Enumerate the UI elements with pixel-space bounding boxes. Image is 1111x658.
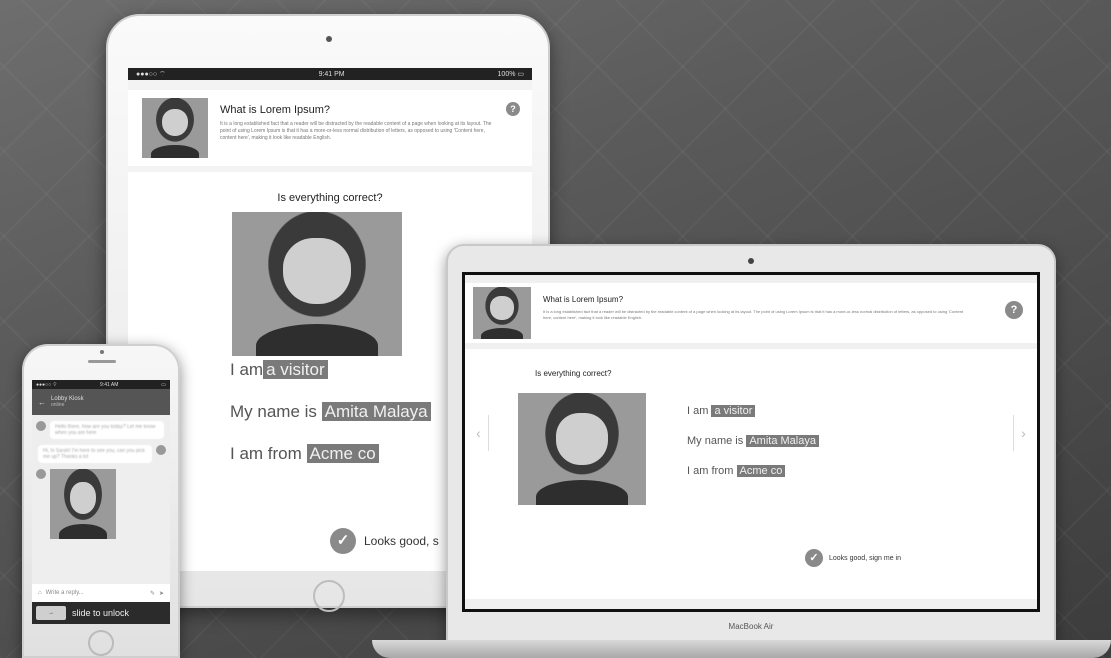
laptop-prev-arrow[interactable]: ‹	[469, 415, 489, 451]
laptop-info-card: What is Lorem Ipsum? It is a long establ…	[465, 283, 1037, 343]
tablet-confirm-button[interactable]: ✓ Looks good, s	[330, 528, 439, 554]
phone-compose-bar: ⌂ Write a reply... ✎ ➤	[32, 584, 170, 602]
name-value[interactable]: Amita Malaya	[321, 402, 431, 421]
check-icon: ✓	[330, 528, 356, 554]
phone-chat-subtitle: online	[51, 402, 65, 408]
laptop-visitor-photo	[518, 393, 646, 505]
laptop-info-title: What is Lorem Ipsum?	[543, 295, 624, 304]
tablet-info-card: What is Lorem Ipsum? It is a long establ…	[128, 90, 532, 166]
laptop-fact-role: I am a visitor	[687, 405, 819, 417]
laptop-role-value[interactable]: a visitor	[711, 405, 756, 417]
laptop-name-value[interactable]: Amita Malaya	[746, 435, 819, 447]
laptop-screen: What is Lorem Ipsum? It is a long establ…	[465, 275, 1037, 609]
laptop-fact-from: I am from Acme co	[687, 465, 819, 477]
phone-status-bar: ●●●○○ ⌔ 9:41 AM ▭	[32, 380, 170, 389]
tablet-fact-role: I am a visitor	[230, 360, 431, 380]
tablet-fact-name: My name is Amita Malaya	[230, 402, 431, 422]
back-arrow-icon[interactable]: ←	[38, 398, 46, 407]
role-value[interactable]: a visitor	[263, 360, 328, 379]
laptop-confirm-button[interactable]: ✓ Looks good, sign me in	[805, 549, 901, 567]
phone-message-bubble: Hello there, how are you today? Let me k…	[50, 421, 164, 439]
tablet-status-signal: ●●●○○ ⌔	[136, 70, 166, 78]
tablet-verify-question: Is everything correct?	[277, 192, 383, 204]
phone-speaker	[88, 360, 116, 363]
phone-visitor-photo	[50, 469, 116, 539]
tablet-confirm-label: Looks good, s	[364, 534, 439, 548]
tablet-visitor-photo	[232, 212, 402, 356]
phone-status-battery: ▭	[161, 381, 166, 388]
laptop-brand-label: MacBook Air	[728, 622, 774, 631]
send-icon[interactable]: ➤	[159, 590, 164, 597]
phone-message-bubble: Hi, hi Sarah! I'm here to see you, can y…	[38, 445, 152, 463]
phone-status-time: 9:41 AM	[100, 381, 119, 388]
tablet-info-title: What is Lorem Ipsum?	[220, 104, 331, 116]
laptop-base	[372, 640, 1111, 658]
from-value[interactable]: Acme co	[306, 444, 379, 463]
name-prefix: My name is	[230, 402, 317, 421]
phone-home-button[interactable]	[88, 630, 114, 656]
laptop-next-arrow[interactable]: ›	[1013, 415, 1033, 451]
laptop-verify-panel: ‹ › Is everything correct? I am a visito…	[465, 349, 1037, 599]
phone-message-avatar	[36, 469, 46, 479]
phone-chat-header: ← Lobby Kiosk online	[32, 389, 170, 415]
phone-screen: ●●●○○ ⌔ 9:41 AM ▭ ← Lobby Kiosk online H…	[32, 380, 170, 624]
laptop-host-avatar	[473, 287, 531, 339]
tablet-status-bar: ●●●○○ ⌔ 9:41 PM 100% ▭	[128, 68, 532, 80]
tablet-info-description: It is a long established fact that a rea…	[220, 121, 492, 141]
phone-message-avatar	[156, 445, 166, 455]
laptop-fact-name: My name is Amita Malaya	[687, 435, 819, 447]
paperclip-icon[interactable]: ⌂	[38, 590, 42, 596]
phone-compose-input[interactable]: Write a reply...	[46, 590, 146, 596]
tablet-host-avatar	[142, 98, 208, 158]
phone-message-avatar	[36, 421, 46, 431]
tablet-fact-from: I am from Acme co	[230, 444, 431, 464]
phone-camera	[100, 350, 104, 354]
tablet-status-battery: 100% ▭	[497, 71, 524, 78]
phone-message-1: Hello there, how are you today? Let me k…	[32, 415, 170, 439]
tablet-home-button[interactable]	[313, 580, 345, 612]
from-prefix: I am from	[230, 444, 302, 463]
slide-knob[interactable]: →	[36, 606, 66, 620]
laptop-device: What is Lorem Ipsum? It is a long establ…	[446, 244, 1056, 646]
laptop-name-prefix: My name is	[687, 435, 744, 447]
laptop-from-value[interactable]: Acme co	[736, 465, 786, 477]
tablet-status-time: 9:41 PM	[318, 70, 345, 78]
phone-slide-to-unlock[interactable]: → slide to unlock	[32, 602, 170, 624]
laptop-help-icon[interactable]: ?	[1005, 301, 1023, 319]
phone-device: ●●●○○ ⌔ 9:41 AM ▭ ← Lobby Kiosk online H…	[22, 344, 180, 658]
help-icon[interactable]: ?	[506, 102, 520, 116]
phone-status-signal: ●●●○○ ⌔	[36, 381, 58, 388]
laptop-from-prefix: I am from	[687, 465, 734, 477]
phone-message-3	[32, 463, 170, 539]
phone-message-2: Hi, hi Sarah! I'm here to see you, can y…	[32, 439, 170, 463]
role-prefix: I am	[230, 360, 264, 379]
laptop-verify-question: Is everything correct?	[535, 369, 612, 378]
laptop-role-prefix: I am	[687, 405, 709, 417]
laptop-confirm-label: Looks good, sign me in	[829, 554, 901, 562]
laptop-info-description: It is a long established fact that a rea…	[543, 309, 964, 320]
laptop-bezel: What is Lorem Ipsum? It is a long establ…	[462, 272, 1040, 612]
laptop-camera	[748, 258, 754, 264]
tablet-camera	[326, 36, 332, 42]
laptop-check-icon: ✓	[805, 549, 823, 567]
attach-icon[interactable]: ✎	[150, 590, 155, 597]
slide-label: slide to unlock	[72, 608, 130, 618]
